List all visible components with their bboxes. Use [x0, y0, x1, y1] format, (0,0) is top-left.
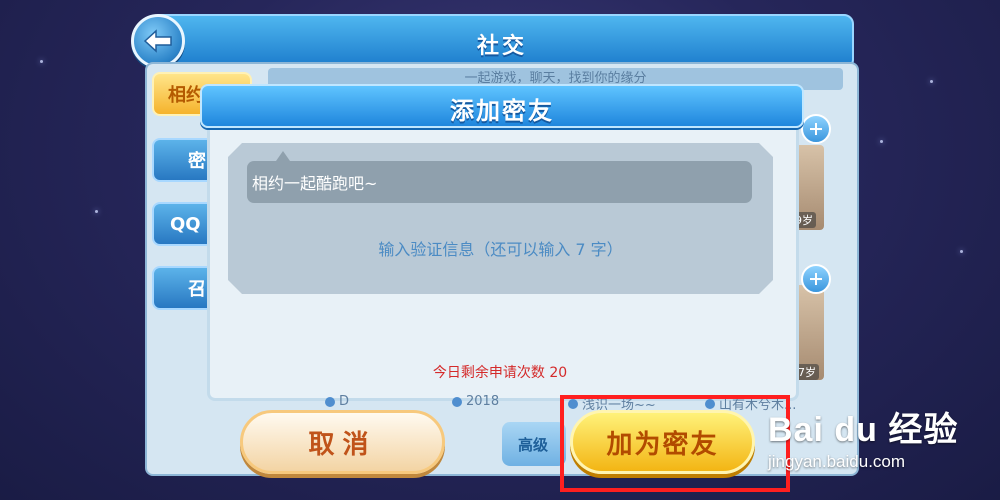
sidebar-tab-label: 召: [188, 279, 206, 300]
back-button[interactable]: [131, 14, 185, 68]
add-friend-icon[interactable]: [801, 114, 831, 144]
bubble-tip: [276, 151, 290, 161]
sidebar-tab-label: 密: [188, 151, 206, 172]
sparkle: [930, 80, 933, 83]
friend-name: D: [339, 394, 350, 409]
gender-icon: [568, 398, 578, 409]
input-hint: 输入验证信息（还可以输入 7 字）: [378, 240, 623, 259]
header-bar: 社交: [150, 14, 854, 66]
sparkle: [40, 60, 43, 63]
watermark-url: jingyan.baidu.com: [768, 452, 906, 471]
add-friend-icon[interactable]: [801, 264, 831, 294]
dialog-title: 添加密友: [450, 97, 554, 125]
remaining-count: 20: [549, 365, 568, 381]
verification-input[interactable]: [247, 161, 752, 203]
friend-name: 2018: [466, 394, 500, 409]
sparkle: [880, 140, 883, 143]
watermark-brand: Bai du 经验: [768, 411, 959, 449]
baidu-watermark: Bai du 经验 jingyan.baidu.com: [768, 392, 992, 487]
remaining-label: 今日剩余申请次数: [432, 365, 545, 381]
sidebar-tab-label: QQ: [170, 213, 201, 235]
add-friend-button[interactable]: 加为密友: [570, 410, 755, 474]
arrow-left-icon: [143, 29, 172, 53]
gender-icon: [452, 396, 462, 407]
gender-icon: [705, 398, 715, 409]
dialog-header: 添加密友: [200, 84, 804, 128]
gender-icon: [325, 396, 335, 407]
advanced-button[interactable]: 高级: [502, 422, 566, 466]
sparkle: [95, 210, 98, 213]
cancel-button[interactable]: 取消: [240, 410, 445, 474]
remaining-requests: 今日剩余申请次数 20: [207, 362, 793, 382]
list-item: D: [325, 394, 349, 409]
sparkle: [960, 250, 963, 253]
list-item: 2018: [452, 394, 499, 409]
page-title: 社交: [476, 34, 527, 59]
sidebar-tab-label: 相约: [168, 85, 204, 106]
